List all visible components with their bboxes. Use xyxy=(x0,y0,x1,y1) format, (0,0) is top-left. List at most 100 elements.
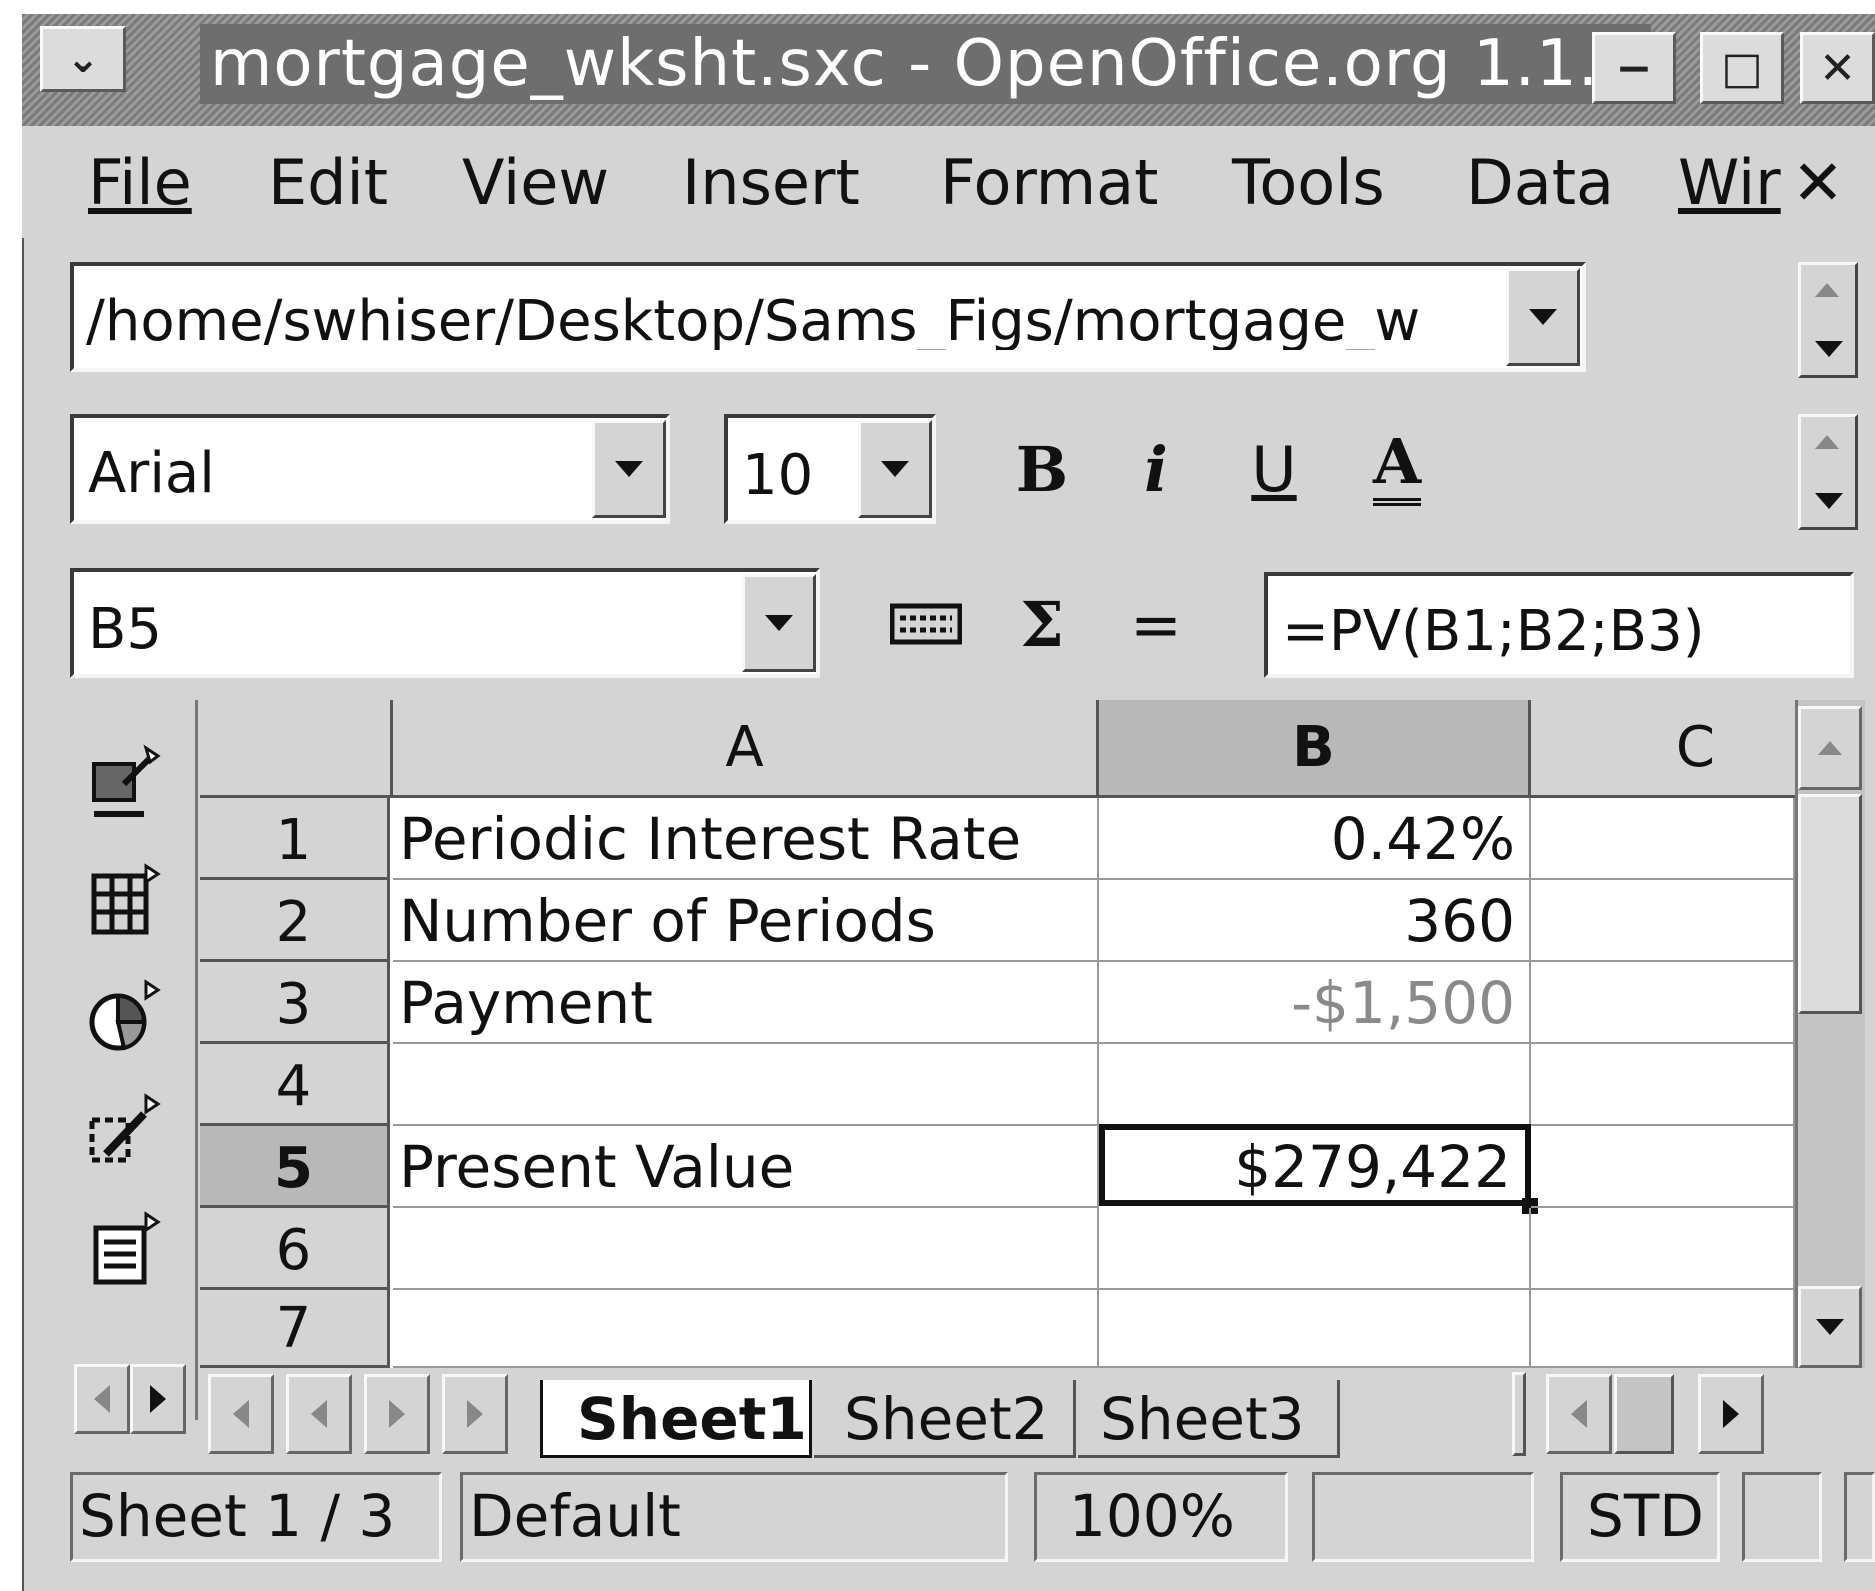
url-dropdown-button[interactable] xyxy=(1506,268,1580,366)
cell-b3[interactable]: -$1,500 xyxy=(1099,962,1531,1044)
menu-view[interactable]: View xyxy=(462,148,609,218)
horizontal-scroll-thumb[interactable] xyxy=(1614,1374,1674,1454)
underline-icon[interactable]: U xyxy=(1234,424,1314,514)
select-all-corner[interactable] xyxy=(200,700,393,798)
menu-file[interactable]: File xyxy=(88,148,192,218)
menu-data[interactable]: Data xyxy=(1466,148,1614,218)
toolbar-scroll-spinner[interactable] xyxy=(1798,262,1858,378)
status-insert-mode[interactable] xyxy=(1312,1472,1534,1562)
sum-icon[interactable]: Σ xyxy=(1002,584,1082,664)
row-header[interactable]: 2 xyxy=(200,880,390,962)
cell-c6[interactable] xyxy=(1531,1208,1795,1290)
previous-sheet-button[interactable] xyxy=(286,1374,352,1454)
menu-edit[interactable]: Edit xyxy=(268,148,388,218)
column-header-b[interactable]: B xyxy=(1099,700,1531,798)
menu-window[interactable]: Wir xyxy=(1678,148,1781,218)
cell-c1[interactable] xyxy=(1531,798,1795,880)
menu-window-label: Wir xyxy=(1678,146,1781,219)
next-sheet-button[interactable] xyxy=(364,1374,430,1454)
cell-c5[interactable] xyxy=(1531,1126,1795,1208)
cell-a6[interactable] xyxy=(393,1208,1099,1290)
name-box-input[interactable]: B5 xyxy=(88,602,162,658)
sheet-tab-sheet3[interactable]: Sheet3 xyxy=(1078,1380,1340,1458)
sidebar-scroll-right-button[interactable] xyxy=(130,1364,186,1434)
column-header-c[interactable]: C xyxy=(1531,700,1795,798)
column-label: B xyxy=(1292,715,1335,780)
cell-a3[interactable]: Payment xyxy=(393,962,1099,1044)
status-selection-mode[interactable]: STD xyxy=(1560,1472,1720,1562)
insert-chart-icon[interactable] xyxy=(78,972,170,1064)
row-header[interactable]: 6 xyxy=(200,1208,390,1290)
row-header[interactable]: 5 xyxy=(200,1126,390,1208)
close-button[interactable]: ✕ xyxy=(1800,32,1875,104)
cell-b2[interactable]: 360 xyxy=(1099,880,1531,962)
minimize-button[interactable]: − xyxy=(1592,32,1676,104)
menu-tools[interactable]: Tools xyxy=(1232,148,1385,218)
tab-splitter[interactable] xyxy=(1512,1372,1526,1456)
function-autopilot-icon[interactable] xyxy=(888,584,964,664)
menu-data-label: Data xyxy=(1466,146,1615,219)
scroll-up-button[interactable] xyxy=(1798,706,1862,790)
row-header[interactable]: 1 xyxy=(200,798,390,880)
cell-c4[interactable] xyxy=(1531,1044,1795,1126)
sidebar-scroll-left-button[interactable] xyxy=(74,1364,130,1434)
row-header[interactable]: 3 xyxy=(200,962,390,1044)
name-box-dropdown-button[interactable] xyxy=(742,574,816,672)
cell-b4[interactable] xyxy=(1099,1044,1531,1126)
status-page-style[interactable]: Default xyxy=(460,1472,1008,1562)
row-header[interactable]: 7 xyxy=(200,1290,390,1368)
scroll-down-button[interactable] xyxy=(1798,1286,1862,1368)
horizontal-scroll-left-button[interactable] xyxy=(1546,1374,1612,1454)
insert-cells-icon[interactable] xyxy=(78,856,170,948)
bold-icon[interactable]: B xyxy=(1002,424,1082,514)
sheet-tab-sheet2[interactable]: Sheet2 xyxy=(814,1380,1076,1458)
format-toolbar-scroll-spinner[interactable] xyxy=(1798,414,1858,530)
window-menu-button[interactable]: ⌄ xyxy=(40,26,126,92)
form-controls-icon xyxy=(93,1211,161,1285)
sheet-tab-sheet1[interactable]: Sheet1 xyxy=(540,1380,812,1458)
font-name-input[interactable]: Arial xyxy=(88,446,215,502)
cell-a7[interactable] xyxy=(393,1290,1099,1368)
function-equals-icon[interactable]: = xyxy=(1116,584,1196,664)
row-header[interactable]: 4 xyxy=(200,1044,390,1126)
chevron-right-icon xyxy=(150,1385,166,1413)
italic-icon[interactable]: i xyxy=(1116,424,1196,514)
name-box[interactable] xyxy=(70,568,820,678)
table-grid-icon xyxy=(91,863,161,935)
cell-a4[interactable] xyxy=(393,1044,1099,1126)
formula-input[interactable]: =PV(B1;B2;B3) xyxy=(1282,604,1705,660)
menu-tools-label: Tools xyxy=(1232,146,1385,219)
menu-insert[interactable]: Insert xyxy=(682,148,860,218)
menu-file-label: File xyxy=(88,146,192,219)
chevron-right-icon xyxy=(389,1400,405,1428)
keyboard-icon xyxy=(890,603,962,645)
cell-a1[interactable]: Periodic Interest Rate xyxy=(393,798,1099,880)
cell-a2[interactable]: Number of Periods xyxy=(393,880,1099,962)
cell-b1[interactable]: 0.42% xyxy=(1099,798,1531,880)
horizontal-scroll-right-button[interactable] xyxy=(1698,1374,1764,1454)
font-name-dropdown-button[interactable] xyxy=(592,420,666,518)
draw-functions-icon[interactable] xyxy=(78,1086,170,1178)
cell-b5-selected[interactable]: $279,422 xyxy=(1099,1124,1531,1206)
edit-file-icon[interactable] xyxy=(78,738,170,830)
cell-c2[interactable] xyxy=(1531,880,1795,962)
vertical-scroll-thumb[interactable] xyxy=(1798,794,1862,1014)
status-zoom[interactable]: 100% xyxy=(1034,1472,1288,1562)
last-sheet-button[interactable] xyxy=(442,1374,508,1454)
status-modified xyxy=(1742,1472,1822,1562)
url-input[interactable]: /home/swhiser/Desktop/Sams_Figs/mortgage… xyxy=(86,294,1502,350)
column-header-a[interactable]: A xyxy=(393,700,1099,798)
first-sheet-button[interactable] xyxy=(208,1374,274,1454)
menu-format[interactable]: Format xyxy=(940,148,1158,218)
close-document-icon[interactable]: ✕ xyxy=(1792,148,1844,218)
form-functions-icon[interactable] xyxy=(78,1204,170,1296)
maximize-button[interactable]: □ xyxy=(1700,32,1784,104)
font-color-icon[interactable]: A xyxy=(1352,418,1442,514)
cell-a5[interactable]: Present Value xyxy=(393,1126,1099,1208)
cell-b6[interactable] xyxy=(1099,1208,1531,1290)
font-size-input[interactable]: 10 xyxy=(742,448,813,504)
cell-c7[interactable] xyxy=(1531,1290,1795,1368)
font-size-dropdown-button[interactable] xyxy=(858,420,932,518)
cell-c3[interactable] xyxy=(1531,962,1795,1044)
cell-b7[interactable] xyxy=(1099,1290,1531,1368)
